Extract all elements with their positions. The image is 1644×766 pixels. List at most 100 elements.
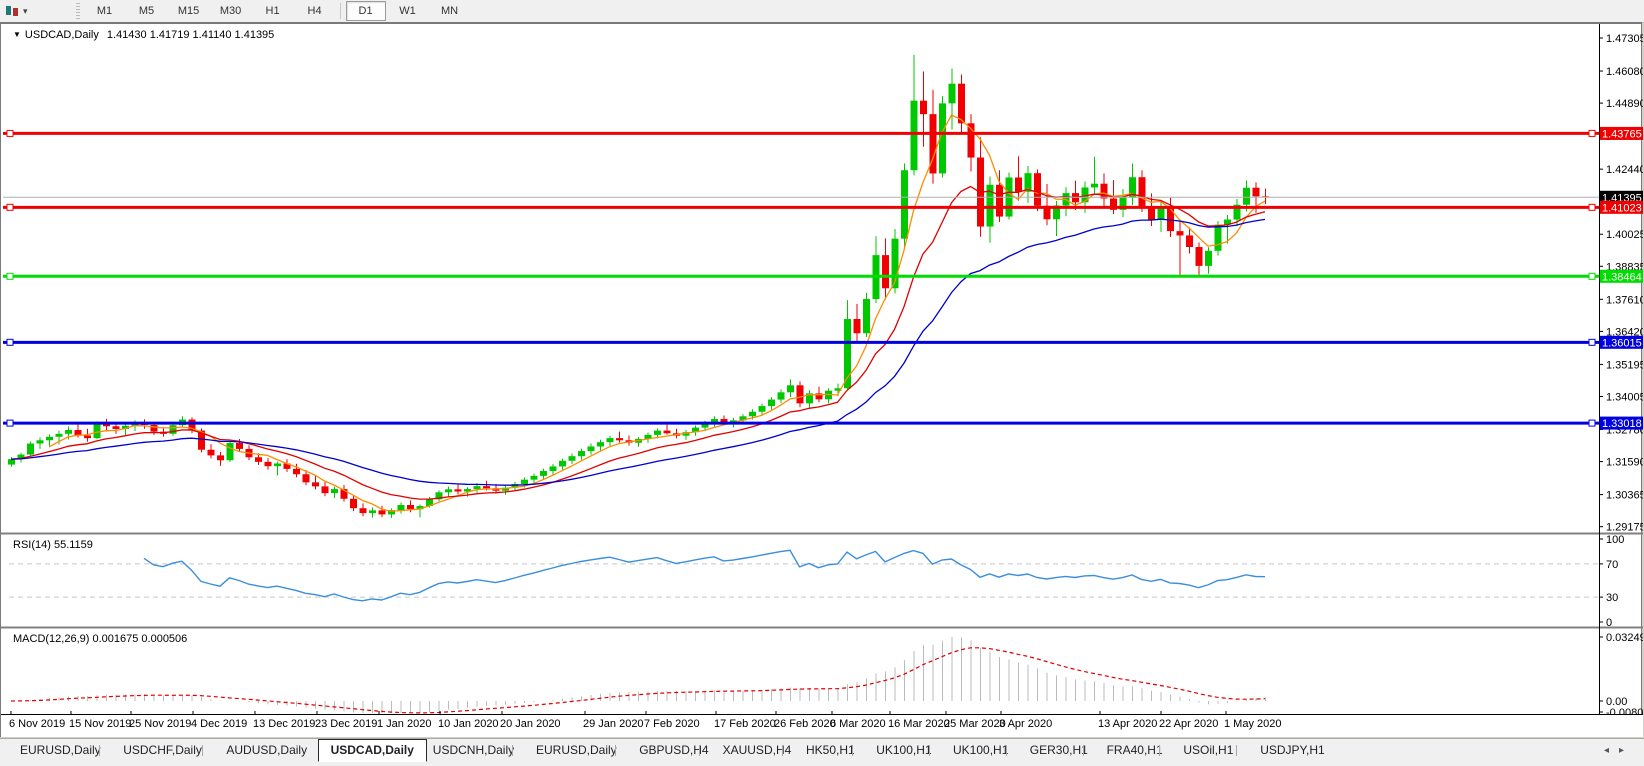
tab-separator (99, 745, 100, 756)
chart-tab-usdcnh-daily[interactable]: USDCNH,Daily (421, 740, 526, 760)
chart-title-bar: ▼ USDCAD,Daily 1.41430 1.41719 1.41140 1.4… (13, 29, 274, 41)
svg-text:1.46080: 1.46080 (1606, 66, 1643, 78)
chart-tab-hk50-h1[interactable]: HK50,H1 (794, 740, 867, 760)
tab-separator (1159, 745, 1160, 756)
toolbar-drag-grip[interactable] (76, 3, 80, 19)
svg-text:1.36015: 1.36015 (1602, 337, 1642, 349)
chart-tab-uk100-h1[interactable]: UK100,H1 (864, 740, 943, 760)
candlesticks (8, 55, 1269, 518)
price-label-1.41023: 1.41023 (1600, 201, 1643, 215)
tab-separator (1083, 745, 1084, 756)
date-axis-label: 23 Dec 2019 (315, 718, 377, 730)
price-label-1.38464: 1.38464 (1600, 270, 1643, 284)
price-chart-canvas[interactable]: 1.473051.460801.448901.436651.424401.412… (1, 24, 1643, 737)
tab-separator (1006, 745, 1007, 756)
macd-signal-line (11, 648, 1265, 713)
svg-text:70: 70 (1606, 559, 1618, 571)
svg-text:1.41023: 1.41023 (1602, 202, 1642, 214)
tab-separator (929, 745, 930, 756)
tab-separator (782, 745, 783, 756)
svg-text:30: 30 (1606, 592, 1618, 604)
chart-tab-usdjpy-h1[interactable]: USDJPY,H1 (1248, 740, 1336, 760)
date-axis-label: 10 Jan 2020 (438, 718, 499, 730)
chart-tab-usdchf-daily[interactable]: USDCHF,Daily (111, 740, 214, 760)
svg-text:0: 0 (1606, 617, 1612, 629)
rsi-line (144, 550, 1265, 601)
svg-text:1.42440: 1.42440 (1606, 164, 1643, 176)
date-axis-label: 29 Jan 2020 (583, 718, 644, 730)
date-axis-label: 22 Apr 2020 (1159, 718, 1218, 730)
timeframe-button-d1[interactable]: D1 (346, 1, 386, 21)
chart-ohlc-values: 1.41430 1.41719 1.41140 1.41395 (107, 29, 274, 41)
svg-text:1.35195: 1.35195 (1606, 359, 1643, 371)
date-axis-label: 1 Jan 2020 (377, 718, 431, 730)
tab-scroll-right-icon[interactable]: ▸ (1619, 745, 1634, 756)
svg-text:1.30365: 1.30365 (1606, 490, 1643, 502)
date-axis-label: 13 Apr 2020 (1098, 718, 1157, 730)
tab-separator (699, 745, 700, 756)
svg-text:1.47305: 1.47305 (1606, 33, 1643, 45)
toolbar-separator (340, 3, 341, 19)
date-axis-label: 3 Apr 2020 (999, 718, 1052, 730)
tab-separator (852, 745, 853, 756)
chart-tab-bar: EURUSD,DailyUSDCHF,DailyAUDUSD,DailyUSDC… (0, 738, 1644, 766)
svg-text:1.34005: 1.34005 (1606, 391, 1643, 403)
price-label-1.43765: 1.43765 (1600, 127, 1643, 140)
date-axis-label: 26 Feb 2020 (774, 718, 836, 730)
svg-text:1.29175: 1.29175 (1606, 522, 1643, 534)
date-axis-label: 4 Dec 2019 (191, 718, 247, 730)
svg-text:1.31590: 1.31590 (1606, 457, 1643, 469)
chart-tab-usdcad-daily[interactable]: USDCAD,Daily (318, 739, 427, 762)
timeframe-button-h4[interactable]: H4 (295, 1, 335, 21)
date-axis-label: 7 Feb 2020 (644, 718, 700, 730)
price-label-1.36015: 1.36015 (1600, 336, 1643, 350)
collapse-arrow-icon[interactable]: ▼ (13, 30, 21, 39)
macd-histogram (12, 637, 1266, 713)
timeframe-button-m30[interactable]: M30 (211, 1, 251, 21)
svg-text:1.44890: 1.44890 (1606, 98, 1643, 110)
date-axis-label: 6 Nov 2019 (9, 718, 65, 730)
chart-type-dropdown-arrow[interactable]: ▾ (23, 6, 28, 17)
date-axis: 6 Nov 2019 15 Nov 201925 Nov 20194 Dec 20… (1, 715, 1643, 737)
chart-tab-fra40-h1[interactable]: FRA40,H1 (1095, 740, 1175, 760)
tab-separator (1236, 745, 1237, 756)
top-toolbar: ▾ M1M5M15M30H1H4 D1W1MN (0, 0, 1644, 23)
tab-separator (202, 745, 203, 756)
timeframe-button-m1[interactable]: M1 (85, 1, 125, 21)
date-axis-label: 1 May 2020 (1224, 718, 1281, 730)
horizontal-line-1.36015[interactable] (3, 339, 1599, 345)
horizontal-line-1.38464[interactable] (3, 273, 1599, 279)
chart-tab-ger30-h1[interactable]: GER30,H1 (1018, 740, 1100, 760)
chart-tab-uk100-h1[interactable]: UK100,H1 (941, 740, 1020, 760)
chart-tab-usoil-h1[interactable]: USOil,H1 (1171, 740, 1245, 760)
horizontal-line-1.41023[interactable] (3, 204, 1599, 210)
date-axis-label: 20 Jan 2020 (500, 718, 561, 730)
timeframe-button-m5[interactable]: M5 (127, 1, 167, 21)
svg-text:1.40025: 1.40025 (1606, 229, 1643, 241)
date-axis-label: 13 Dec 2019 (253, 718, 315, 730)
horizontal-line-1.33018[interactable] (3, 420, 1599, 426)
chart-tab-xauusd-h4[interactable]: XAUUSD,H4 (711, 740, 804, 760)
horizontal-line-1.43765[interactable] (3, 130, 1599, 136)
chart-tab-eurusd-daily[interactable]: EURUSD,Daily (524, 740, 629, 760)
tab-separator (615, 745, 616, 756)
timeframe-button-w1[interactable]: W1 (388, 1, 428, 21)
svg-text:1.37610: 1.37610 (1606, 294, 1643, 306)
date-axis-label: 25 Mar 2020 (944, 718, 1006, 730)
svg-text:1.43765: 1.43765 (1602, 128, 1642, 140)
timeframe-button-m15[interactable]: M15 (169, 1, 209, 21)
svg-text:1.38464: 1.38464 (1602, 271, 1642, 283)
candlestick-chart-icon[interactable] (4, 3, 22, 19)
chart-tab-eurusd-daily[interactable]: EURUSD,Daily (8, 740, 113, 760)
rsi-label: RSI(14) 55.1159 (13, 539, 93, 551)
timeframe-button-mn[interactable]: MN (430, 1, 470, 21)
timeframe-button-h1[interactable]: H1 (253, 1, 293, 21)
date-axis-label: 25 Nov 2019 (129, 718, 191, 730)
chart-tab-gbpusd-h4[interactable]: GBPUSD,H4 (627, 740, 720, 760)
date-axis-label: 6 Mar 2020 (830, 718, 886, 730)
tab-scroll-left-icon[interactable]: ◂ (1604, 745, 1619, 756)
chart-tab-audusd-daily[interactable]: AUDUSD,Daily (214, 740, 319, 760)
chart-symbol-title: USDCAD,Daily (25, 29, 99, 41)
date-axis-label: 17 Feb 2020 (714, 718, 776, 730)
date-axis-label: 15 Nov 2019 (69, 718, 131, 730)
